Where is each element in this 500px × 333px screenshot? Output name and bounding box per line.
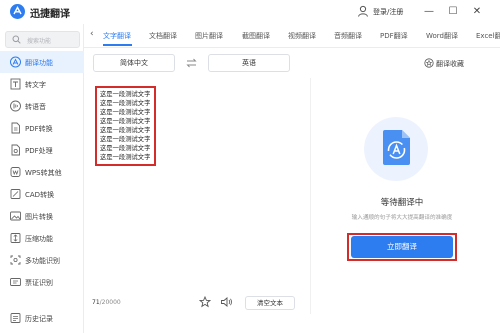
sidebar-item-wps[interactable]: WPS转其他 — [0, 161, 84, 183]
tab-word-translate[interactable]: Word翻译 — [426, 31, 458, 41]
translation-document-icon — [383, 130, 410, 165]
sidebar-item-recognize[interactable]: 多功能识别 — [0, 249, 84, 271]
sidebar-item-translate[interactable]: 翻译功能 — [0, 51, 84, 73]
sidebar-item-label: WPS转其他 — [25, 169, 62, 177]
app-logo-icon — [10, 4, 25, 19]
source-text-line: 这是一段测试文字 — [100, 109, 151, 116]
app-title: 迅捷翻译 — [30, 9, 70, 20]
title-bar: 迅捷翻译 登录/注册 — ☐ ✕ — [0, 0, 500, 24]
sidebar-item-pdf-convert[interactable]: PDF转换 — [0, 117, 84, 139]
source-text-line: 这是一段测试文字 — [100, 136, 151, 143]
sidebar-item-label: 票证识别 — [25, 279, 53, 287]
search-icon — [12, 35, 21, 44]
minimize-button[interactable]: — — [422, 5, 436, 19]
sidebar-item-label: PDF处理 — [25, 147, 53, 155]
compress-icon — [10, 233, 21, 243]
search-placeholder: 搜索功能 — [27, 38, 52, 45]
tab-screenshot-translate[interactable]: 截图翻译 — [242, 31, 270, 41]
translate-icon — [10, 56, 21, 68]
text-icon — [10, 78, 21, 90]
tab-audio-translate[interactable]: 音频翻译 — [334, 31, 362, 41]
feature-tabs: ‹ 文字翻译 文档翻译 图片翻译 截图翻译 视频翻译 音频翻译 PDF翻译 Wo… — [84, 24, 500, 48]
sidebar: 搜索功能 翻译功能 转文字 转语音 PDF转换 PDF处理 WPS转其他 CAD… — [0, 24, 84, 333]
sidebar-item-compress[interactable]: 压缩功能 — [0, 227, 84, 249]
pdf-process-icon — [11, 144, 20, 156]
sidebar-item-label: 翻译功能 — [25, 59, 53, 67]
translate-now-button[interactable]: 立即翻译 — [351, 236, 453, 258]
source-text-line: 这是一段测试文字 — [100, 145, 151, 152]
sidebar-item-label: CAD转换 — [25, 191, 55, 199]
sidebar-item-label: 历史记录 — [25, 315, 53, 323]
collection-icon — [424, 58, 434, 68]
sidebar-item-label: 多功能识别 — [25, 257, 60, 265]
tab-video-translate[interactable]: 视频翻译 — [288, 31, 316, 41]
image-icon — [10, 211, 21, 221]
source-language-select[interactable]: 简体中文 — [93, 54, 175, 72]
waiting-title: 等待翻译中 — [380, 198, 424, 208]
history-icon — [10, 313, 21, 323]
cad-icon — [10, 189, 21, 199]
login-register-link[interactable]: 登录/注册 — [373, 7, 403, 17]
collection-label: 翻译收藏 — [436, 60, 464, 68]
tab-image-translate[interactable]: 图片翻译 — [195, 31, 223, 41]
tab-excel-translate[interactable]: Excel翻 — [476, 31, 500, 41]
swap-languages-icon[interactable] — [186, 58, 197, 68]
sidebar-item-image[interactable]: 图片转换 — [0, 205, 84, 227]
source-text-line: 这是一段测试文字 — [100, 118, 151, 125]
source-text-line: 这是一段测试文字 — [100, 127, 151, 134]
waiting-description: 输入通顺的句子将大大提高翻译的准确度 — [351, 215, 453, 221]
favorite-star-icon[interactable] — [199, 296, 211, 308]
user-avatar-icon[interactable] — [357, 5, 369, 17]
sidebar-item-label: 转文字 — [25, 81, 46, 89]
sidebar-item-history[interactable]: 历史记录 — [0, 307, 84, 329]
sidebar-item-label: PDF转换 — [25, 125, 53, 133]
character-limit: /20000 — [99, 299, 121, 306]
character-counter: 71/20000 — [92, 299, 121, 306]
sidebar-item-text[interactable]: 转文字 — [0, 73, 84, 95]
voice-icon — [10, 100, 21, 112]
tab-document-translate[interactable]: 文档翻译 — [149, 31, 177, 41]
maximize-button[interactable]: ☐ — [446, 5, 460, 19]
tab-pdf-translate[interactable]: PDF翻译 — [380, 31, 408, 41]
wps-icon — [10, 167, 21, 177]
source-text-line: 这是一段测试文字 — [100, 154, 151, 161]
source-text-line: 这是一段测试文字 — [100, 100, 151, 107]
character-count: 71 — [92, 299, 100, 306]
speaker-icon[interactable] — [220, 296, 233, 308]
source-text-line: 这是一段测试文字 — [100, 91, 151, 98]
pdf-convert-icon — [11, 122, 20, 134]
sidebar-item-cad[interactable]: CAD转换 — [0, 183, 84, 205]
sidebar-item-label: 压缩功能 — [25, 235, 53, 243]
tabs-scroll-left-icon[interactable]: ‹ — [90, 29, 94, 39]
ticket-icon — [10, 278, 21, 286]
recognize-icon — [10, 255, 21, 265]
clear-text-button[interactable]: 清空文本 — [245, 296, 295, 310]
sidebar-item-label: 图片转换 — [25, 213, 53, 221]
target-language-select[interactable]: 英语 — [208, 54, 290, 72]
search-input[interactable]: 搜索功能 — [5, 31, 80, 48]
sidebar-item-label: 转语音 — [25, 103, 46, 111]
close-button[interactable]: ✕ — [470, 5, 484, 19]
sidebar-item-ticket[interactable]: 票证识别 — [0, 271, 84, 293]
sidebar-item-voice[interactable]: 转语音 — [0, 95, 84, 117]
active-tab-indicator — [103, 44, 132, 46]
tab-text-translate[interactable]: 文字翻译 — [103, 31, 131, 41]
sidebar-item-pdf-process[interactable]: PDF处理 — [0, 139, 84, 161]
